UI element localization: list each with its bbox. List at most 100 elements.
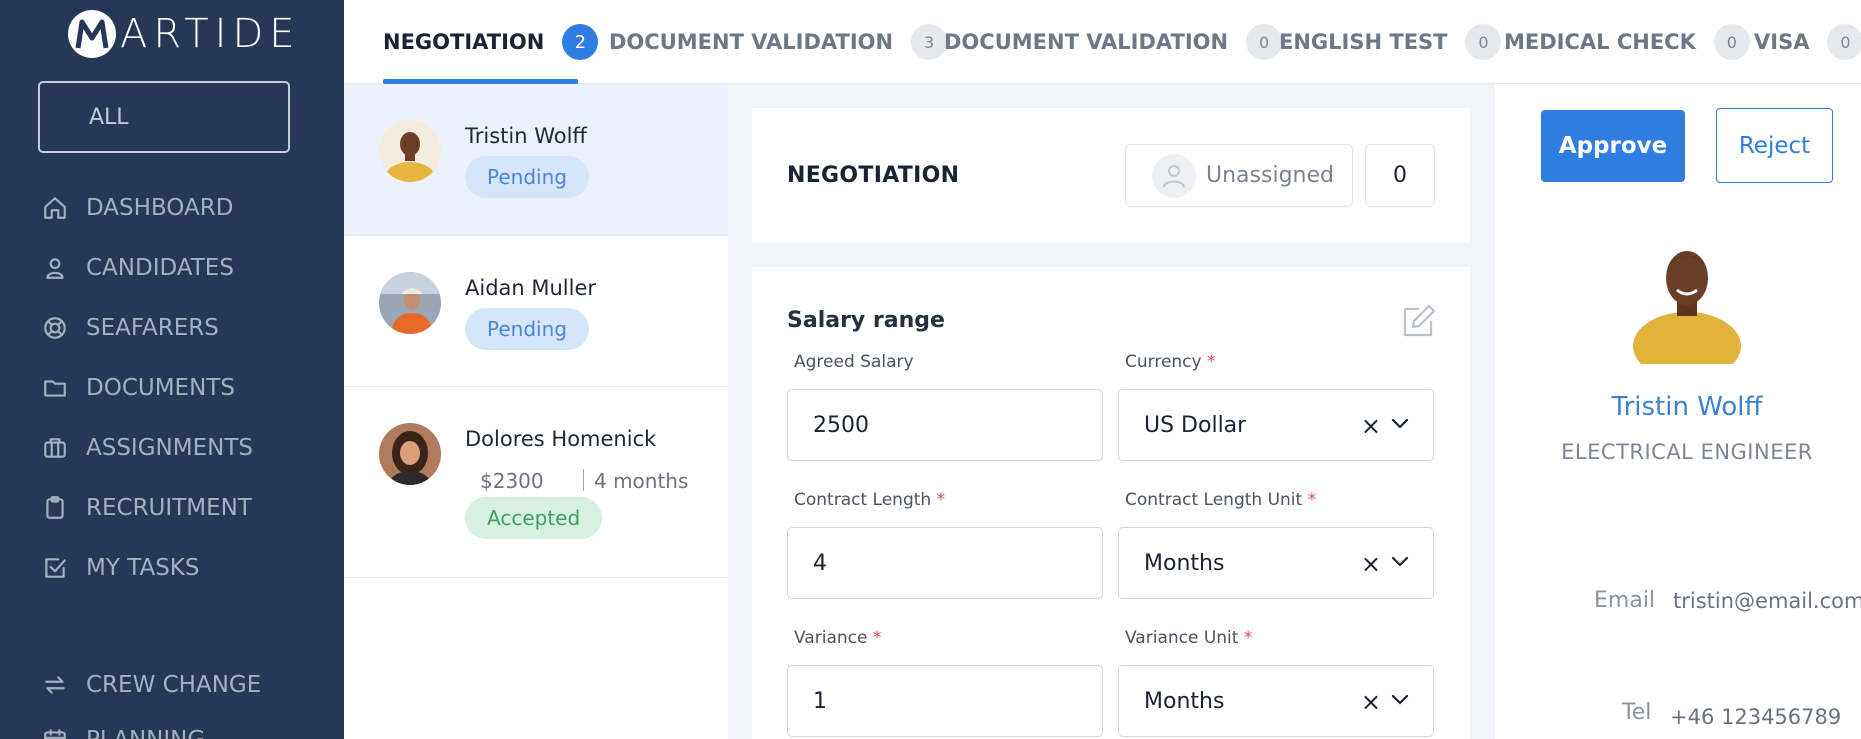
contract-length-label: Contract Length * xyxy=(794,490,946,510)
folder-icon xyxy=(44,380,66,397)
tab-medical-check[interactable]: MEDICAL CHECK 0 xyxy=(1504,0,1750,83)
tab-count-badge: 2 xyxy=(562,24,599,60)
currency-label: Currency * xyxy=(1125,352,1216,372)
status-badge: Pending xyxy=(465,308,589,350)
sidebar-item-dashboard[interactable]: DASHBOARD xyxy=(42,188,233,228)
tab-document-validation[interactable]: DOCUMENT VALIDATION 3 xyxy=(609,0,948,83)
sidebar-item-label: CANDIDATES xyxy=(86,255,234,281)
sidebar-item-planning[interactable]: PLANNING xyxy=(42,720,205,739)
sidebar-item-label: RECRUITMENT xyxy=(86,495,252,521)
stage-count: 0 xyxy=(1365,144,1435,207)
tab-count-badge: 0 xyxy=(1713,24,1750,60)
logo-mark-icon xyxy=(68,10,116,58)
status-badge: Pending xyxy=(465,156,589,198)
candidate-item-tristin[interactable]: Tristin Wolff Pending xyxy=(344,84,728,236)
tel-label: Tel xyxy=(1622,700,1652,725)
tab-label: DOCUMENT VALIDATION xyxy=(609,30,894,54)
avatar xyxy=(379,272,441,334)
chevron-down-icon[interactable] xyxy=(1391,694,1409,706)
contract-length-input[interactable]: 4 xyxy=(787,527,1103,599)
tab-count-badge: 3 xyxy=(911,24,948,60)
variance-unit-select[interactable]: Months × xyxy=(1118,665,1434,737)
sidebar-item-label: SEAFARERS xyxy=(86,315,219,341)
briefcase-icon xyxy=(44,438,66,458)
reject-button[interactable]: Reject xyxy=(1716,108,1833,183)
sidebar-item-label: DASHBOARD xyxy=(86,195,234,221)
clear-icon[interactable]: × xyxy=(1361,412,1381,440)
candidate-name: Aidan Muller xyxy=(465,276,597,300)
tab-label: ENGLISH TEST xyxy=(1279,30,1448,54)
sidebar-item-candidates[interactable]: CANDIDATES xyxy=(42,248,234,288)
tel-value[interactable]: +46 123456789 xyxy=(1670,705,1841,729)
candidate-offer: $2300 4 months xyxy=(480,469,688,493)
tab-english-test[interactable]: ENGLISH TEST 0 xyxy=(1279,0,1502,83)
assignee-label: Unassigned xyxy=(1206,163,1334,188)
tab-count-badge: 0 xyxy=(1465,24,1502,60)
profile-name: Tristin Wolff xyxy=(1611,392,1763,422)
candidate-item-aidan[interactable]: Aidan Muller Pending xyxy=(344,236,728,387)
currency-value: US Dollar xyxy=(1144,412,1247,438)
brand-name: ARTIDE xyxy=(120,11,301,57)
tab-count-badge: 0 xyxy=(1827,24,1861,60)
tab-count-badge: 0 xyxy=(1246,24,1283,60)
currency-select[interactable]: US Dollar × xyxy=(1118,389,1434,461)
variance-input[interactable]: 1 xyxy=(787,665,1103,737)
sidebar-item-my-tasks[interactable]: MY TASKS xyxy=(42,548,199,588)
candidate-name: Tristin Wolff xyxy=(465,124,587,148)
contract-length-unit-label: Contract Length Unit * xyxy=(1125,490,1317,510)
tab-label: NEGOTIATION xyxy=(383,30,545,54)
sidebar: ARTIDE ALL DASHBOARD CANDIDATES SEAFARER… xyxy=(0,0,344,739)
profile-role: ELECTRICAL ENGINEER xyxy=(1561,440,1813,464)
variance-label: Variance * xyxy=(794,628,882,648)
candidate-duration: 4 months xyxy=(593,469,689,493)
email-label: Email xyxy=(1594,588,1656,613)
stage-tabs: NEGOTIATION 2 DOCUMENT VALIDATION 3 DOCU… xyxy=(344,0,1861,84)
tab-label: VISA xyxy=(1754,30,1810,54)
sidebar-item-documents[interactable]: DOCUMENTS xyxy=(42,368,235,408)
lifebuoy-icon xyxy=(44,317,66,339)
tab-negotiation[interactable]: NEGOTIATION 2 xyxy=(383,0,599,83)
filter-select[interactable]: ALL xyxy=(38,81,290,153)
chevron-down-icon[interactable] xyxy=(1391,418,1409,430)
sidebar-item-recruitment[interactable]: RECRUITMENT xyxy=(42,488,252,528)
clear-icon[interactable]: × xyxy=(1361,688,1381,716)
candidate-salary: $2300 xyxy=(480,469,544,493)
swap-icon xyxy=(45,676,65,694)
tab-label: MEDICAL CHECK xyxy=(1504,30,1696,54)
assignee-select[interactable]: Unassigned xyxy=(1125,144,1353,207)
profile-photo xyxy=(1633,251,1741,364)
sidebar-item-label: PLANNING xyxy=(86,727,205,739)
sidebar-item-label: DOCUMENTS xyxy=(86,375,235,401)
section-title: Salary range xyxy=(787,308,945,333)
divider xyxy=(582,469,584,491)
sidebar-item-label: ASSIGNMENTS xyxy=(86,435,253,461)
email-value[interactable]: tristin@email.com xyxy=(1673,589,1861,613)
checkbox-icon xyxy=(45,558,66,578)
unassigned-avatar-icon xyxy=(1152,153,1196,198)
tab-document-validation-2[interactable]: DOCUMENT VALIDATION 0 xyxy=(944,0,1283,83)
status-badge: Accepted xyxy=(465,497,603,539)
sidebar-item-assignments[interactable]: ASSIGNMENTS xyxy=(42,428,253,468)
sidebar-item-seafarers[interactable]: SEAFARERS xyxy=(42,308,219,348)
chevron-down-icon[interactable] xyxy=(1391,556,1409,568)
avatar xyxy=(379,120,441,182)
contract-length-unit-select[interactable]: Months × xyxy=(1118,527,1434,599)
tab-visa[interactable]: VISA 0 xyxy=(1754,0,1861,83)
candidate-name: Dolores Homenick xyxy=(465,427,657,451)
sidebar-item-label: CREW CHANGE xyxy=(86,672,262,698)
avatar xyxy=(379,423,441,485)
sidebar-item-crew-change[interactable]: CREW CHANGE xyxy=(42,665,261,705)
variance-unit-label: Variance Unit * xyxy=(1125,628,1253,648)
stage-title: NEGOTIATION xyxy=(787,163,960,188)
edit-icon[interactable] xyxy=(1400,303,1436,339)
tab-label: DOCUMENT VALIDATION xyxy=(944,30,1229,54)
approve-button[interactable]: Approve xyxy=(1541,110,1685,182)
home-icon xyxy=(44,197,66,219)
agreed-salary-input[interactable]: 2500 xyxy=(787,389,1103,461)
candidate-item-dolores[interactable]: Dolores Homenick $2300 4 months Accepted xyxy=(344,387,728,578)
clipboard-icon xyxy=(46,496,64,519)
calendar-icon xyxy=(44,729,66,739)
brand-logo[interactable]: ARTIDE xyxy=(68,9,301,59)
user-icon xyxy=(46,258,64,279)
clear-icon[interactable]: × xyxy=(1361,550,1381,578)
